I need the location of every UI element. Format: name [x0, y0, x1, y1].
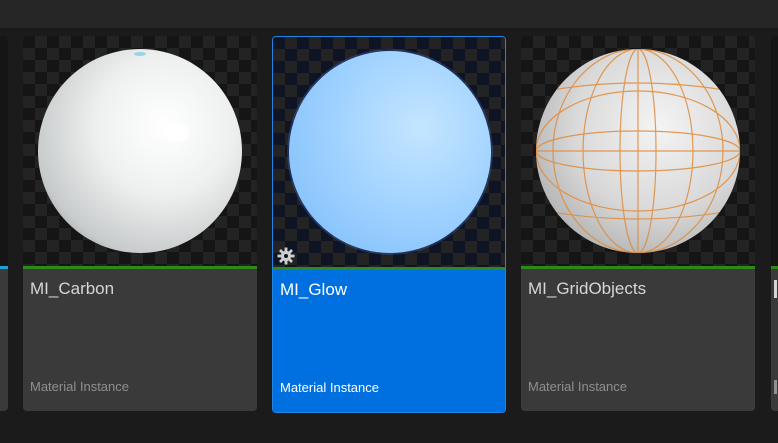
asset-thumbnail [521, 36, 755, 266]
asset-type-accent [0, 266, 8, 269]
asset-type-accent [771, 266, 778, 269]
material-preview-sphere [536, 49, 740, 253]
asset-tile-mi-glow[interactable]: MI_Glow Material Instance [272, 36, 506, 413]
asset-thumbnail [23, 36, 257, 266]
asset-tile-mi-carbon[interactable]: MI_Carbon Material Instance [23, 36, 257, 411]
asset-tile-partial-right[interactable] [771, 36, 778, 411]
asset-info: MI_Glow Material Instance [273, 270, 505, 412]
asset-name: MI_GridObjects [528, 279, 647, 298]
asset-thumbnail [0, 36, 8, 266]
toolbar-strip [0, 0, 778, 28]
asset-name-fragment [774, 280, 777, 298]
asset-thumbnail [273, 37, 505, 267]
asset-name: MI_Carbon [30, 279, 115, 298]
asset-type: Material Instance [280, 380, 379, 395]
material-preview-sphere [287, 49, 493, 255]
asset-info: MI_Carbon Material Instance [23, 269, 257, 411]
asset-tile-partial-left[interactable] [0, 36, 8, 411]
gear-icon [277, 247, 295, 265]
asset-name: MI_Glow [280, 280, 348, 299]
asset-type-fragment [774, 380, 777, 394]
asset-info: MI_GridObjects Material Instance [521, 269, 755, 411]
asset-type: Material Instance [528, 379, 627, 394]
material-preview-sphere [38, 49, 242, 253]
asset-type: Material Instance [30, 379, 129, 394]
asset-tile-mi-gridobjects[interactable]: MI_GridObjects Material Instance [521, 36, 755, 411]
asset-thumbnail [771, 36, 778, 266]
